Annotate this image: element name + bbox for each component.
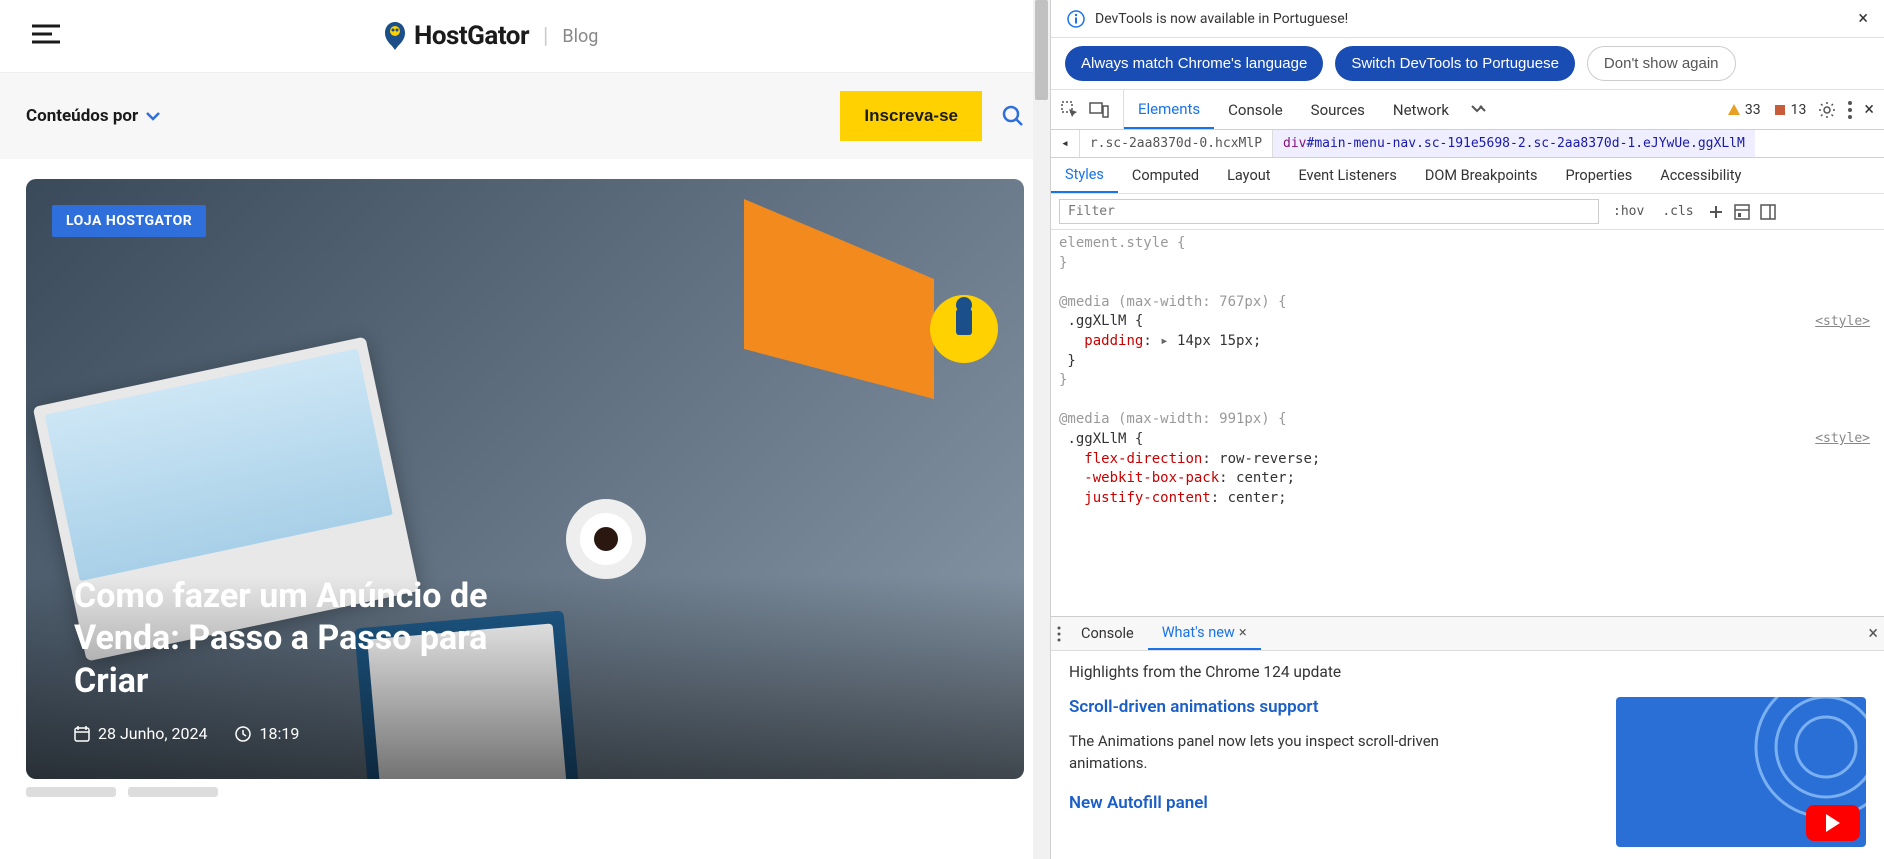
article-date: 28 Junho, 2024 (74, 724, 207, 743)
whatsnew-headline: Highlights from the Chrome 124 update (1069, 663, 1866, 681)
drawer-more-icon[interactable] (1057, 626, 1061, 642)
whatsnew-item-title[interactable]: Scroll-driven animations support (1069, 697, 1596, 717)
page-scrollbar[interactable] (1033, 0, 1050, 859)
article-category-badge[interactable]: LOJA HOSTGATOR (52, 205, 206, 237)
close-banner-icon[interactable]: × (1858, 8, 1868, 29)
stylesheet-link[interactable]: <style> (1815, 430, 1870, 448)
whatsnew-item-title[interactable]: New Autofill panel (1069, 793, 1596, 813)
drawer-tab-whatsnew[interactable]: What's new× (1148, 617, 1261, 650)
styles-panel[interactable]: element.style { } @media (max-width: 767… (1051, 230, 1884, 616)
dont-show-again-button[interactable]: Don't show again (1587, 46, 1736, 81)
devtools-banner-text: DevTools is now available in Portuguese! (1095, 11, 1348, 27)
play-icon (1806, 805, 1860, 841)
close-tab-icon[interactable]: × (1239, 624, 1247, 641)
cls-toggle[interactable]: .cls (1658, 202, 1697, 221)
hero-article[interactable]: LOJA HOSTGATOR Como fazer um Anúncio de … (26, 179, 1024, 779)
clock-icon (235, 726, 251, 742)
settings-icon[interactable] (1818, 101, 1836, 119)
device-toolbar-icon[interactable] (1089, 102, 1109, 118)
article-title: Como fazer um Anúncio de Venda: Passo a … (74, 575, 494, 703)
hamburger-menu[interactable] (30, 22, 62, 50)
issue-icon (1773, 103, 1787, 117)
article-time: 18:19 (235, 724, 299, 743)
subtab-computed[interactable]: Computed (1118, 158, 1213, 193)
subtab-layout[interactable]: Layout (1213, 158, 1284, 193)
stylesheet-link[interactable]: <style> (1815, 313, 1870, 331)
subscribe-button[interactable]: Inscreva-se (840, 91, 982, 141)
subtab-dom-breakpoints[interactable]: DOM Breakpoints (1411, 158, 1552, 193)
whatsnew-video-thumb[interactable] (1616, 697, 1866, 847)
warning-icon (1727, 103, 1741, 117)
subtab-properties[interactable]: Properties (1552, 158, 1647, 193)
tab-console[interactable]: Console (1214, 90, 1297, 129)
styles-filter-input[interactable] (1059, 199, 1599, 224)
warnings-count[interactable]: 33 (1727, 102, 1761, 118)
subtab-styles[interactable]: Styles (1051, 158, 1118, 193)
hov-toggle[interactable]: :hov (1609, 202, 1648, 221)
switch-language-button[interactable]: Switch DevTools to Portuguese (1335, 46, 1575, 81)
scrollbar-thumb[interactable] (1035, 0, 1048, 100)
conteudos-label: Conteúdos por (26, 106, 138, 126)
new-style-rule-icon[interactable] (1708, 204, 1724, 220)
megaphone-icon (734, 179, 1004, 439)
drawer-tab-console[interactable]: Console (1067, 617, 1148, 650)
info-icon (1067, 10, 1085, 28)
logo-text: HostGator (414, 21, 529, 51)
gator-icon (382, 20, 408, 52)
breadcrumb-item[interactable]: r.sc-2aa8370d-0.hcxMlP (1080, 130, 1273, 157)
close-devtools-icon[interactable]: × (1864, 99, 1874, 120)
tab-network[interactable]: Network (1379, 90, 1463, 129)
toggle-sidebar-icon[interactable] (1760, 204, 1776, 220)
more-tabs-icon[interactable] (1463, 102, 1495, 118)
calendar-icon (74, 726, 90, 742)
breadcrumb-item-selected[interactable]: div#main-menu-nav.sc-191e5698-2.sc-2aa83… (1273, 130, 1755, 157)
chevron-down-icon (146, 111, 160, 121)
search-icon[interactable] (1002, 105, 1024, 127)
thumbnail[interactable] (128, 787, 218, 797)
subtab-accessibility[interactable]: Accessibility (1646, 158, 1755, 193)
more-menu-icon[interactable] (1848, 101, 1852, 119)
logo-separator: | (543, 24, 548, 49)
whatsnew-item-desc: The Animations panel now lets you inspec… (1069, 731, 1509, 775)
tab-sources[interactable]: Sources (1297, 90, 1379, 129)
subtab-event-listeners[interactable]: Event Listeners (1284, 158, 1410, 193)
thumbnail-strip (26, 787, 1024, 797)
always-match-language-button[interactable]: Always match Chrome's language (1065, 46, 1323, 81)
site-logo[interactable]: HostGator | Blog (382, 20, 598, 52)
close-drawer-icon[interactable]: × (1868, 623, 1878, 644)
breadcrumb-scroll-left[interactable]: ◂ (1051, 130, 1080, 157)
computed-sidebar-icon[interactable] (1734, 204, 1750, 220)
issues-count[interactable]: 13 (1773, 102, 1807, 118)
blog-label[interactable]: Blog (562, 26, 598, 47)
inspect-element-icon[interactable] (1061, 101, 1079, 119)
conteudos-dropdown[interactable]: Conteúdos por (26, 106, 160, 126)
thumbnail[interactable] (26, 787, 116, 797)
tab-elements[interactable]: Elements (1124, 90, 1214, 129)
